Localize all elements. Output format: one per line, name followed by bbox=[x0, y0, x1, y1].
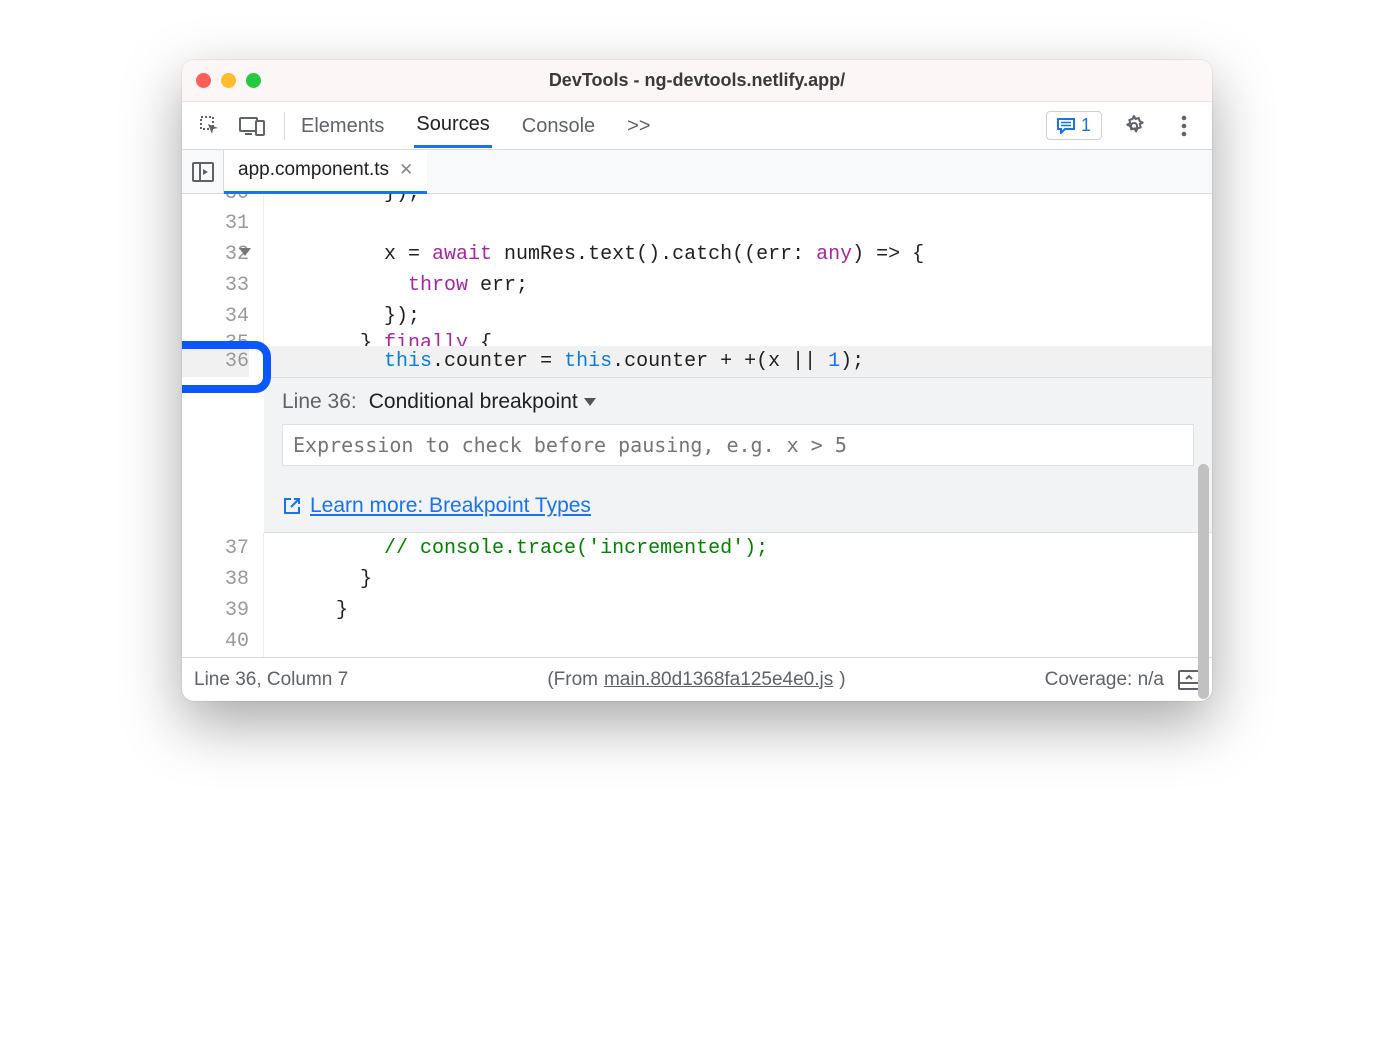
line-number[interactable]: 31 bbox=[182, 208, 249, 239]
device-toolbar-icon[interactable] bbox=[234, 108, 270, 144]
code-line[interactable] bbox=[264, 208, 1212, 239]
code-line[interactable] bbox=[264, 626, 1212, 657]
file-tabs: app.component.ts ✕ bbox=[182, 150, 1212, 194]
tab-overflow[interactable]: >> bbox=[625, 105, 652, 147]
filetab-app-component[interactable]: app.component.ts ✕ bbox=[224, 150, 427, 194]
code-line[interactable]: throw err; bbox=[264, 270, 1212, 301]
window-title: DevTools - ng-devtools.netlify.app/ bbox=[182, 70, 1212, 91]
external-link-icon bbox=[282, 496, 302, 516]
bp-learn-more[interactable]: Learn more: Breakpoint Types bbox=[264, 494, 1212, 518]
bp-type-dropdown[interactable]: Conditional breakpoint bbox=[369, 390, 596, 414]
code-area[interactable]: // console.trace('incremented'); } } bbox=[264, 533, 1212, 657]
coverage-status: Coverage: n/a bbox=[1045, 669, 1164, 691]
bp-expression-input[interactable] bbox=[282, 424, 1194, 466]
code-line[interactable]: } bbox=[264, 564, 1212, 595]
code-area[interactable]: }); x = await numRes.text().catch((err: … bbox=[264, 194, 1212, 377]
devtools-window: DevTools - ng-devtools.netlify.app/ Elem… bbox=[182, 60, 1212, 701]
fold-icon[interactable] bbox=[239, 248, 251, 256]
line-number[interactable]: 40 bbox=[182, 626, 249, 657]
cursor-position: Line 36, Column 7 bbox=[194, 669, 348, 691]
code-line[interactable]: x = await numRes.text().catch((err: any)… bbox=[264, 239, 1212, 270]
source-origin: (From main.80d1368fa125e4e0.js ) bbox=[547, 669, 845, 691]
chevron-down-icon bbox=[584, 398, 596, 406]
line-number[interactable]: 39 bbox=[182, 595, 249, 626]
line-number[interactable]: 33 bbox=[182, 270, 249, 301]
scrollbar-thumb[interactable] bbox=[1198, 464, 1209, 699]
bp-line-label: Line 36: bbox=[282, 390, 357, 414]
settings-icon[interactable] bbox=[1116, 108, 1152, 144]
code-line[interactable]: this.counter = this.counter + +(x || 1); bbox=[264, 346, 1212, 377]
inspect-element-icon[interactable] bbox=[192, 108, 228, 144]
code-line[interactable]: }); bbox=[264, 194, 1212, 208]
drawer-toggle-icon[interactable] bbox=[1178, 670, 1200, 690]
code-line[interactable]: // console.trace('incremented'); bbox=[264, 533, 1212, 564]
main-toolbar: Elements Sources Console >> 1 bbox=[182, 102, 1212, 150]
tab-sources[interactable]: Sources bbox=[414, 103, 491, 148]
line-number[interactable]: 32 bbox=[182, 239, 249, 270]
line-gutter[interactable]: 37383940 bbox=[182, 533, 264, 657]
code-line[interactable]: } bbox=[264, 595, 1212, 626]
line-number[interactable]: 30 bbox=[182, 194, 249, 208]
titlebar: DevTools - ng-devtools.netlify.app/ bbox=[182, 60, 1212, 102]
tab-elements[interactable]: Elements bbox=[299, 105, 386, 147]
line-number[interactable]: 37 bbox=[182, 533, 249, 564]
code-line[interactable]: }); bbox=[264, 301, 1212, 332]
breakpoint-editor: Line 36: Conditional breakpoint Learn mo… bbox=[264, 377, 1212, 533]
issues-badge[interactable]: 1 bbox=[1046, 111, 1102, 140]
panel-tabs: Elements Sources Console >> bbox=[299, 103, 1040, 148]
line-number[interactable]: 38 bbox=[182, 564, 249, 595]
navigator-toggle-icon[interactable] bbox=[182, 150, 224, 194]
toolbar-separator bbox=[284, 112, 285, 140]
filetab-name: app.component.ts bbox=[238, 159, 389, 181]
statusbar: Line 36, Column 7 (From main.80d1368fa12… bbox=[182, 657, 1212, 701]
source-file-link[interactable]: main.80d1368fa125e4e0.js bbox=[604, 669, 833, 691]
tab-console[interactable]: Console bbox=[520, 105, 597, 147]
editor: 30313233343536 }); x = await numRes.text… bbox=[182, 194, 1212, 657]
issues-count: 1 bbox=[1081, 115, 1091, 136]
line-number[interactable]: 35 bbox=[182, 332, 249, 346]
more-menu-icon[interactable] bbox=[1166, 108, 1202, 144]
line-number[interactable]: 34 bbox=[182, 301, 249, 332]
line-number[interactable]: 36 bbox=[182, 346, 249, 377]
close-filetab-icon[interactable]: ✕ bbox=[399, 160, 413, 180]
code-line[interactable]: } finally { bbox=[264, 332, 1212, 346]
chat-icon bbox=[1057, 118, 1075, 134]
line-gutter[interactable]: 30313233343536 bbox=[182, 194, 264, 377]
